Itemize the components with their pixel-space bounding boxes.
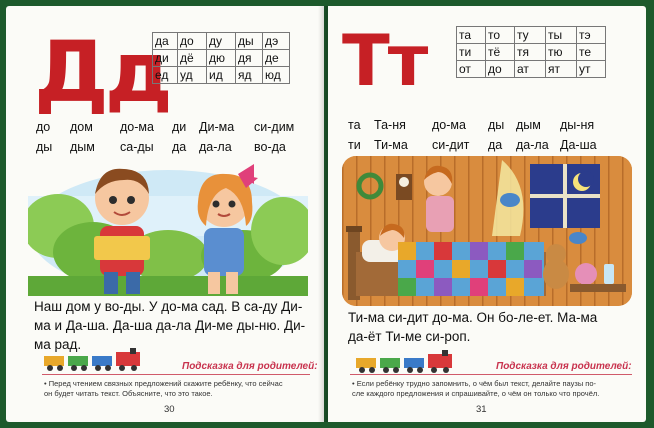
- hint-divider: [350, 374, 632, 375]
- syllable-table-d: да до ду ды дэ ди дё дю дя де ед уд ид яд юд: [152, 32, 290, 84]
- syllable-cell: дё: [177, 49, 207, 67]
- text-line: Наш дом у во-ды. У до-ма сад. В са-ду Ди…: [34, 299, 303, 314]
- syllable-cell: ду: [206, 32, 236, 50]
- word: са-ды: [120, 140, 154, 154]
- bedroom-illustration: [342, 156, 632, 306]
- syllable-cell: ед: [152, 66, 178, 84]
- word: да: [172, 140, 187, 154]
- word: дом: [70, 120, 93, 134]
- syllable-cell: ят: [545, 60, 577, 78]
- syllable-cell: ды: [235, 32, 263, 50]
- syllable-cell: то: [485, 26, 515, 44]
- word: до-ма: [120, 120, 154, 134]
- syllable-cell: ид: [206, 66, 236, 84]
- hint-text: • Если ребёнку трудно запомнить, о чём б…: [352, 379, 642, 399]
- page-number: 31: [476, 404, 487, 415]
- letter-d-heading: Дд: [34, 23, 173, 121]
- right-page: Тт та то ту ты тэ ти тё тя тю те от до ат ят ут та Т…: [328, 6, 646, 422]
- left-page: Дд да до ду ды дэ ди дё дю дя де ед уд ид яд юд до д…: [6, 6, 324, 422]
- syllable-cell: дя: [235, 49, 263, 67]
- word: во-да: [254, 140, 286, 154]
- syllable-cell: ди: [152, 49, 178, 67]
- syllable-cell: ат: [514, 60, 546, 78]
- syllable-cell: ут: [576, 60, 606, 78]
- word: до: [36, 120, 51, 134]
- syllable-cell: ту: [514, 26, 546, 44]
- syllable-cell: яд: [235, 66, 263, 84]
- word: дым: [70, 140, 95, 154]
- syllable-cell: де: [262, 49, 290, 67]
- syllable-table-t: та то ту ты тэ ти тё тя тю те от до ат ят ут: [456, 26, 606, 78]
- hint-title: Подсказка для родителей:: [182, 361, 318, 372]
- word: ти: [348, 138, 361, 152]
- word: та: [348, 118, 361, 132]
- syllable-cell: те: [576, 43, 606, 61]
- syllable-cell: от: [456, 60, 486, 78]
- text-line: да-ёт Ти-ме си-роп.: [348, 329, 471, 344]
- syllable-cell: до: [485, 60, 515, 78]
- children-illustration: [28, 164, 308, 296]
- hint-line-text: • Перед чтением связных предложений скаж…: [44, 379, 283, 388]
- hint-line-text: он будет читать текст. Объясните, что эт…: [44, 389, 213, 398]
- syllable-cell: да: [152, 32, 178, 50]
- word: Ди-ма: [199, 120, 235, 134]
- reading-text: Ти-ма си-дит до-ма. Он бо-ле-ет. Ма-ма д…: [348, 308, 638, 346]
- syllable-cell: дэ: [262, 32, 290, 50]
- syllable-cell: до: [177, 32, 207, 50]
- hint-text: • Перед чтением связных предложений скаж…: [44, 379, 320, 399]
- hint-line-text: • Если ребёнку трудно запомнить, о чём б…: [352, 379, 597, 388]
- word: си-дим: [254, 120, 295, 134]
- word: до-ма: [432, 118, 466, 132]
- syllable-cell: тя: [514, 43, 546, 61]
- syllable-cell: уд: [177, 66, 207, 84]
- syllable-cell: тю: [545, 43, 577, 61]
- syllable-cell: ты: [545, 26, 577, 44]
- open-book: Дд да до ду ды дэ ди дё дю дя де ед уд ид яд юд до д…: [0, 0, 654, 428]
- text-line: Ти-ма си-дит до-ма. Он бо-ле-ет. Ма-ма: [348, 310, 598, 325]
- reading-text: Наш дом у во-ды. У до-ма сад. В са-ду Ди…: [34, 297, 320, 354]
- train-icon: [44, 348, 140, 371]
- word: ды: [488, 118, 505, 132]
- hint-title: Подсказка для родителей:: [496, 361, 632, 372]
- syllable-cell: та: [456, 26, 486, 44]
- page-number: 30: [164, 404, 175, 415]
- word: Та-ня: [374, 118, 406, 132]
- word: ды: [36, 140, 53, 154]
- word: да: [488, 138, 503, 152]
- text-line: ма и Да-ша. Да-ша да-ла Ди-ме ды-ню. Ди-: [34, 318, 306, 333]
- word: ды-ня: [560, 118, 595, 132]
- syllable-cell: ти: [456, 43, 486, 61]
- syllable-cell: тё: [485, 43, 515, 61]
- word: ди: [172, 120, 187, 134]
- hint-line-text: сле каждого предложения и спрашивайте, о…: [352, 389, 600, 398]
- word: Ти-ма: [374, 138, 408, 152]
- syllable-cell: тэ: [576, 26, 606, 44]
- syllable-cell: дю: [206, 49, 236, 67]
- word: да-ла: [516, 138, 549, 152]
- syllable-cell: юд: [262, 66, 290, 84]
- word: дым: [516, 118, 541, 132]
- letter-t-heading: Тт: [342, 20, 428, 102]
- word: Да-ша: [560, 138, 597, 152]
- word: си-дит: [432, 138, 470, 152]
- train-icon: [356, 350, 452, 373]
- hint-divider: [42, 374, 310, 375]
- word: да-ла: [199, 140, 232, 154]
